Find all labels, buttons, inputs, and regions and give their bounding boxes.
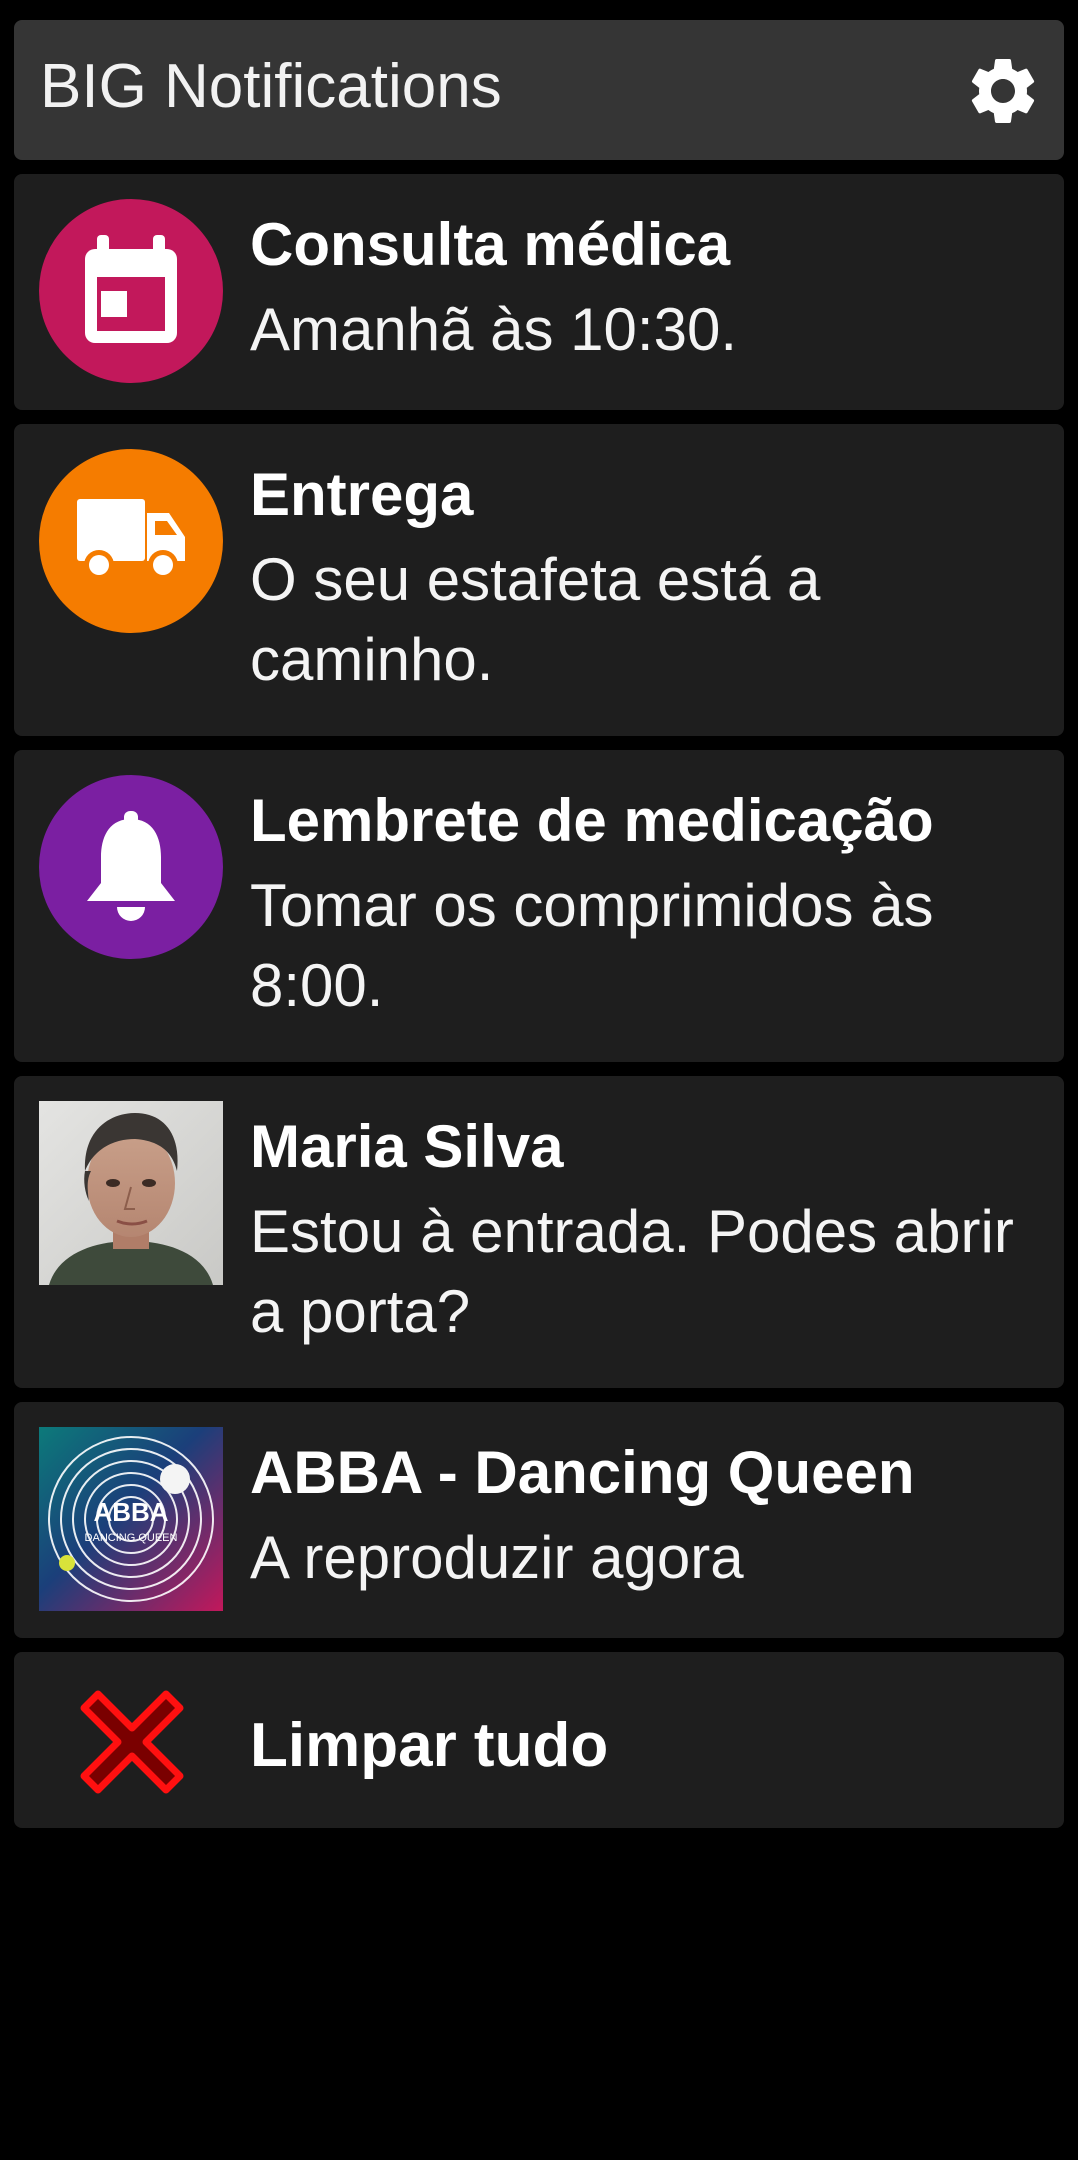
notification-body: Estou à entrada. Podes abrir a porta? bbox=[250, 1198, 1014, 1345]
album-art: ABBA DANCING QUEEN bbox=[39, 1427, 223, 1611]
truck-icon-badge bbox=[39, 449, 223, 633]
settings-button[interactable] bbox=[960, 48, 1046, 134]
gear-icon bbox=[971, 58, 1035, 123]
album-art-title: ABBA bbox=[93, 1497, 168, 1527]
notification-title: Maria Silva bbox=[250, 1113, 564, 1180]
notification-body: Amanhã às 10:30. bbox=[250, 296, 738, 363]
album-art-subtitle: DANCING QUEEN bbox=[85, 1532, 178, 1544]
close-x-icon bbox=[80, 1690, 184, 1794]
app-title: BIG Notifications bbox=[40, 52, 502, 121]
truck-icon bbox=[77, 499, 185, 580]
notification-card-message[interactable]: Maria Silva Estou à entrada. Podes abrir… bbox=[14, 1076, 1064, 1388]
bell-icon bbox=[87, 811, 175, 921]
notification-title: Consulta médica bbox=[250, 211, 731, 278]
notification-body: A reproduzir agora bbox=[250, 1524, 744, 1591]
notification-title: ABBA - Dancing Queen bbox=[250, 1439, 915, 1506]
notification-card-delivery[interactable]: Entrega O seu estafeta está a caminho. bbox=[14, 424, 1064, 736]
contact-photo bbox=[39, 1101, 223, 1285]
notification-card-appointment[interactable]: Consulta médica Amanhã às 10:30. bbox=[14, 174, 1064, 410]
notification-title: Lembrete de medicação bbox=[250, 787, 934, 854]
notification-body: O seu estafeta está a caminho. bbox=[250, 546, 821, 693]
notification-card-media[interactable]: ABBA DANCING QUEEN ABBA - Dancing Queen … bbox=[14, 1402, 1064, 1638]
notification-title: Entrega bbox=[250, 461, 474, 528]
bell-icon-badge bbox=[39, 775, 223, 959]
clear-all-label: Limpar tudo bbox=[250, 1711, 609, 1780]
notification-card-medication[interactable]: Lembrete de medicação Tomar os comprimid… bbox=[14, 750, 1064, 1062]
calendar-icon-badge bbox=[39, 199, 223, 383]
app-header: BIG Notifications bbox=[14, 20, 1064, 160]
clear-all-button[interactable]: Limpar tudo bbox=[14, 1652, 1064, 1828]
notification-body: Tomar os comprimidos às 8:00. bbox=[250, 872, 934, 1019]
calendar-icon bbox=[85, 235, 177, 343]
